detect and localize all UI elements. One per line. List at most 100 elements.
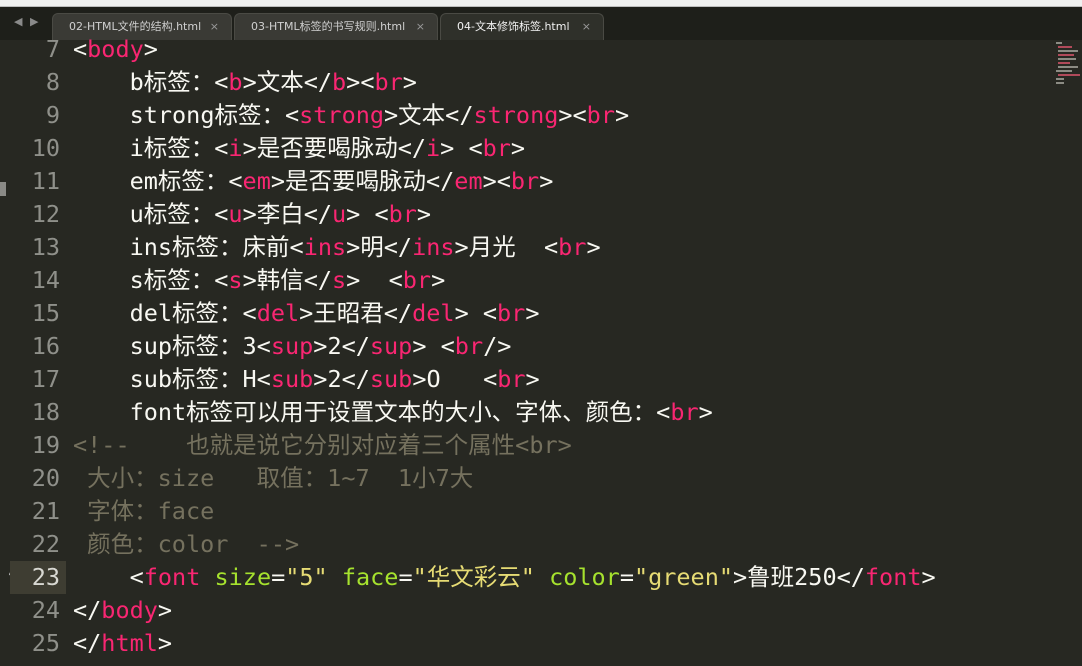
plain-token: > bbox=[698, 398, 713, 426]
code-line[interactable]: 15 del标签：<del>王昭君</del> <br> bbox=[0, 297, 1082, 330]
minimap-line bbox=[1058, 54, 1074, 56]
tag-name-token: br bbox=[497, 299, 526, 327]
tag-name-token: br bbox=[510, 167, 540, 195]
code-line[interactable]: 18 font标签可以用于设置文本的大小、字体、颜色：<br> bbox=[0, 396, 1082, 429]
code-line[interactable]: 11 em标签：<em>是否要喝脉动</em><br> bbox=[0, 165, 1082, 198]
plain-token: > bbox=[510, 134, 526, 162]
plain-token: > bbox=[525, 299, 540, 327]
plain-token: font标签可以用于设置文本的大小、字体、颜色：< bbox=[73, 398, 671, 426]
plain-token: > bbox=[539, 167, 554, 195]
plain-token: < bbox=[214, 68, 229, 96]
code-line[interactable]: 9 strong标签：<strong>文本</strong><br> bbox=[0, 99, 1082, 132]
code-line[interactable]: 19 <!-- 也就是说它分别对应着三个属性<br> bbox=[0, 429, 1082, 462]
plain-token: /> bbox=[483, 332, 512, 360]
tag-name-token: s bbox=[228, 266, 243, 294]
code-text: </body> bbox=[73, 594, 172, 627]
code-line[interactable]: 20 大小：size 取值：1~7 1小7大 bbox=[0, 462, 1082, 495]
minimap-line bbox=[1058, 46, 1072, 48]
line-number: 19 bbox=[31, 431, 60, 459]
code-editor[interactable]: 7 <body> 8 b标签：<b>文本</b><br> 9 strong标签：<st… bbox=[0, 35, 1082, 666]
line-number: 13 bbox=[31, 233, 60, 261]
plain-token: > bbox=[416, 200, 432, 228]
code-text: em标签：<em>是否要喝脉动</em><br> bbox=[73, 165, 554, 198]
code-text: font标签可以用于设置文本的大小、字体、颜色：<br> bbox=[73, 396, 713, 429]
tag-name-token: br bbox=[497, 365, 526, 393]
code-line[interactable]: “”23 <font size="5" face="华文彩云" color="g… bbox=[0, 561, 1082, 594]
tag-name-token: br bbox=[374, 68, 403, 96]
line-number: 11 bbox=[31, 167, 60, 195]
code-line[interactable]: 21 字体：face bbox=[0, 495, 1082, 528]
plain-token: b标签： bbox=[73, 68, 215, 96]
plain-token: s标签： bbox=[73, 266, 215, 294]
tag-name-token: br bbox=[586, 101, 615, 129]
code-line[interactable]: 16 sup标签：3<sup>2</sup> <br/> bbox=[0, 330, 1082, 363]
code-line[interactable]: 24 </body> bbox=[0, 594, 1082, 627]
tag-name-token: sup bbox=[270, 332, 314, 360]
tag-name-token: sub bbox=[369, 365, 413, 393]
line-number: 14 bbox=[31, 266, 60, 294]
attribute-token: color bbox=[549, 563, 620, 591]
plain-token: < bbox=[228, 167, 243, 195]
plain-token: >< bbox=[346, 68, 375, 96]
code-line[interactable]: 17 sub标签：H<sub>2</sub>O <br> bbox=[0, 363, 1082, 396]
menu-bar[interactable] bbox=[0, 0, 1082, 7]
code-line[interactable]: 13 ins标签：床前<ins>明</ins>月光 <br> bbox=[0, 231, 1082, 264]
code-line[interactable]: 8 b标签：<b>文本</b><br> bbox=[0, 66, 1082, 99]
minimap-line bbox=[1056, 78, 1064, 80]
line-number: 16 bbox=[31, 332, 60, 360]
code-text: 颜色：color --> bbox=[73, 528, 299, 561]
tag-name-token: font bbox=[143, 563, 201, 591]
plain-token: sup标签：3< bbox=[73, 332, 271, 360]
tag-name-token: br bbox=[388, 200, 417, 228]
plain-token: </ bbox=[73, 596, 102, 624]
minimap-line bbox=[1058, 74, 1080, 76]
tag-name-token: i bbox=[228, 134, 243, 162]
plain-token: >O < bbox=[412, 365, 498, 393]
plain-token: < bbox=[214, 266, 229, 294]
plain-token: >2</ bbox=[313, 365, 370, 393]
tag-name-token: body bbox=[101, 596, 158, 624]
string-token: "green" bbox=[633, 563, 734, 591]
minimap-line bbox=[1058, 58, 1076, 60]
code-text: </html> bbox=[73, 627, 172, 660]
tag-name-token: del bbox=[412, 299, 455, 327]
code-line[interactable]: 25 </html> bbox=[0, 627, 1082, 660]
plain-token: > bbox=[921, 563, 936, 591]
plain-token: sub标签：H< bbox=[73, 365, 271, 393]
minimap[interactable] bbox=[1054, 40, 1080, 90]
code-line[interactable]: 14 s标签：<s>韩信</s> <br> bbox=[0, 264, 1082, 297]
code-line[interactable]: 10 i标签：<i>是否要喝脉动</i> <br> bbox=[0, 132, 1082, 165]
plain-token: > < bbox=[346, 200, 389, 228]
line-number: 7 bbox=[45, 35, 60, 63]
plain-token: >是否要喝脉动</ bbox=[270, 167, 455, 195]
code-text: sub标签：H<sub>2</sub>O <br> bbox=[73, 363, 540, 396]
tab-next-arrow-icon[interactable]: ▶ bbox=[30, 15, 38, 28]
line-number: 9 bbox=[45, 101, 60, 129]
plain-token: > < bbox=[412, 332, 455, 360]
code-line[interactable]: 12 u标签：<u>李白</u> <br> bbox=[0, 198, 1082, 231]
tab-prev-arrow-icon[interactable]: ◀ bbox=[14, 15, 22, 28]
code-line[interactable]: 22 颜色：color --> bbox=[0, 528, 1082, 561]
code-text: 字体：face bbox=[73, 495, 214, 528]
code-text: ins标签：床前<ins>明</ins>月光 <br> bbox=[73, 231, 601, 264]
plain-token: u标签： bbox=[73, 200, 215, 228]
code-line[interactable]: 7 <body> bbox=[0, 33, 1082, 66]
plain-token: < bbox=[73, 35, 88, 63]
plain-token: = bbox=[398, 563, 413, 591]
code-text: 大小：size 取值：1~7 1小7大 bbox=[73, 462, 473, 495]
tag-name-token: s bbox=[332, 266, 347, 294]
comment-token: 颜色：color --> bbox=[73, 530, 300, 558]
plain-token: > bbox=[586, 233, 601, 261]
plain-token: > bbox=[402, 68, 417, 96]
code-text: u标签：<u>李白</u> <br> bbox=[73, 198, 432, 231]
plain-token: >月光 < bbox=[454, 233, 559, 261]
minimap-line bbox=[1058, 66, 1078, 68]
tag-name-token: u bbox=[332, 200, 347, 228]
minimap-line bbox=[1058, 50, 1078, 52]
plain-token: ins标签：床前< bbox=[73, 233, 304, 261]
plain-token: > bbox=[525, 365, 540, 393]
tab-label: 04-文本修饰标签.html bbox=[457, 20, 570, 33]
plain-token: >< bbox=[482, 167, 511, 195]
code-text: <font size="5" face="华文彩云" color="green"… bbox=[73, 561, 936, 594]
